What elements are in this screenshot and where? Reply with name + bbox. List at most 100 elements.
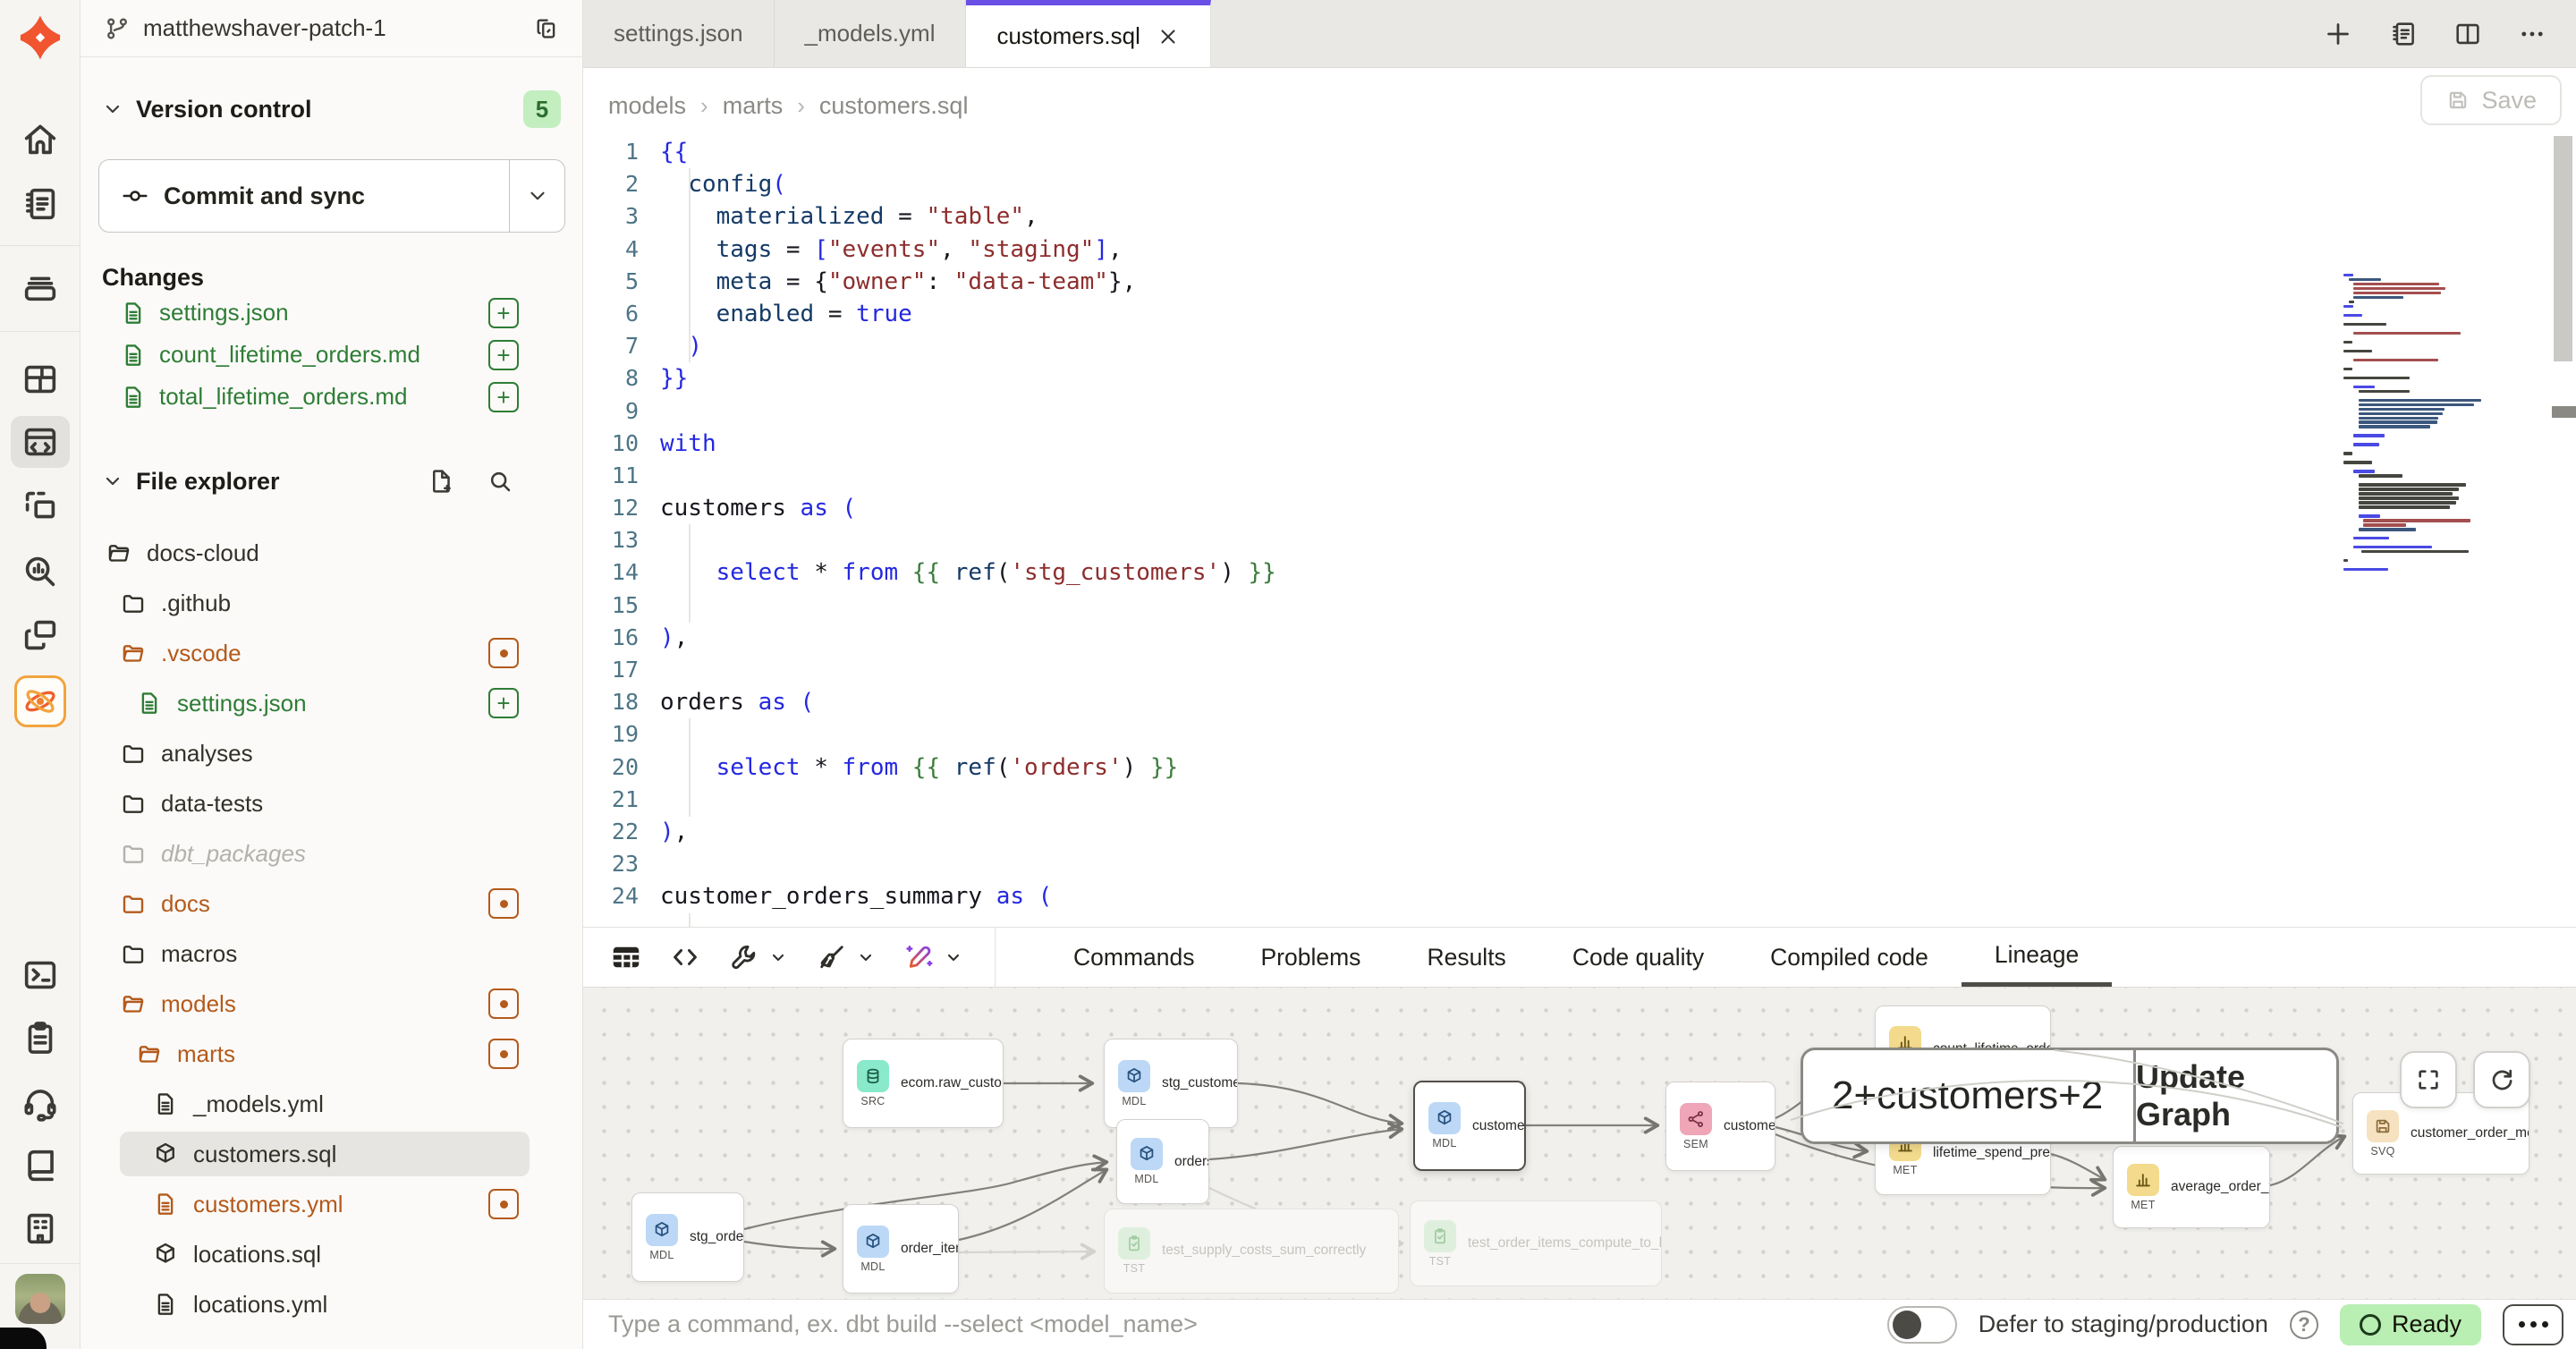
editor-tab-settings-json[interactable]: settings.json [583, 0, 775, 67]
tree-item-docs[interactable]: docs [80, 878, 583, 929]
lineage-node-average-order-value[interactable]: MET average_order_value [2113, 1146, 2270, 1228]
tree-item--vscode[interactable]: .vscode [80, 628, 583, 678]
lineage-node-order-items[interactable]: MDL order_items [843, 1204, 959, 1294]
stage-file-button[interactable]: + [488, 298, 519, 328]
lint-fix-button[interactable] [816, 941, 877, 973]
lineage-node-stg-orders[interactable]: MDL stg_orders [631, 1192, 744, 1282]
preview-table-icon[interactable] [610, 941, 642, 973]
lineage-node-customers-model[interactable]: MDL customers [1413, 1081, 1526, 1171]
tree-item-locations-yml[interactable]: locations.yml [80, 1279, 583, 1329]
code-line[interactable]: 21 [583, 784, 2576, 816]
code-editor[interactable]: 1{{2 config(3 materialized = "table",4 t… [583, 136, 2576, 927]
code-line[interactable]: 5 meta = {"owner": "data-team"}, [583, 266, 2576, 298]
tree-item-marts[interactable]: marts [80, 1029, 583, 1079]
code-line[interactable]: 23 [583, 848, 2576, 880]
code-line[interactable]: 24customer_orders_summary as ( [583, 880, 2576, 912]
lineage-node-orders[interactable]: MDL orders [1116, 1119, 1209, 1204]
lineage-selector-input[interactable] [1803, 1050, 2133, 1141]
home-icon[interactable] [20, 119, 61, 160]
file-explorer-header[interactable]: File explorer [102, 461, 561, 502]
lineage-canvas[interactable]: SRC ecom.raw_customers MDL stg_customers… [583, 988, 2576, 1299]
panel-tab-problems[interactable]: Problems [1228, 928, 1394, 987]
code-line[interactable]: 11 [583, 460, 2576, 492]
clipboard-icon[interactable] [20, 1017, 61, 1058]
code-line[interactable]: 19 [583, 718, 2576, 751]
stage-file-button[interactable]: + [488, 340, 519, 370]
editor-tab-customers-sql[interactable]: customers.sql [966, 0, 1210, 67]
tree-item-locations-sql[interactable]: locations.sql [80, 1229, 583, 1279]
command-input[interactable] [608, 1311, 1887, 1338]
panel-tab-code-quality[interactable]: Code quality [1539, 928, 1737, 987]
code-line[interactable]: 14 select * from {{ ref('stg_customers')… [583, 556, 2576, 589]
tree-item--github[interactable]: .github [80, 578, 583, 628]
code-line[interactable]: 7 ) [583, 330, 2576, 362]
notebook-panel-icon[interactable] [2388, 19, 2419, 49]
split-editor-icon[interactable] [2453, 19, 2483, 49]
docs-book-icon[interactable] [20, 1145, 61, 1186]
lineage-node-customers-semantic[interactable]: SEM customers [1665, 1082, 1775, 1171]
panel-tab-results[interactable]: Results [1394, 928, 1538, 987]
breadcrumb-part[interactable]: models [608, 92, 686, 120]
defer-toggle[interactable] [1887, 1306, 1957, 1344]
panel-tab-commands[interactable]: Commands [1040, 928, 1228, 987]
version-control-header[interactable]: Version control 5 [102, 89, 561, 130]
code-line[interactable]: 18orders as ( [583, 686, 2576, 718]
journal-icon[interactable] [20, 183, 61, 225]
tree-item-customers-yml[interactable]: customers.yml [80, 1179, 583, 1229]
tree-item-settings-json[interactable]: settings.json+ [80, 678, 583, 728]
copy-icon[interactable] [533, 15, 560, 42]
editor-scrollbar[interactable] [2554, 136, 2572, 361]
breadcrumb-part[interactable]: marts [723, 92, 784, 120]
dashboard-icon[interactable] [20, 359, 61, 400]
code-line[interactable]: 4 tags = ["events", "staging"], [583, 233, 2576, 266]
code-line[interactable]: 1{{ [583, 136, 2576, 168]
update-graph-button[interactable]: Update Graph [2133, 1050, 2336, 1141]
dbt-logo-icon[interactable] [17, 14, 64, 61]
changed-file-row[interactable]: count_lifetime_orders.md + [80, 334, 583, 376]
tree-item-models[interactable]: models [80, 979, 583, 1029]
editor-tab--models-yml[interactable]: _models.yml [775, 0, 967, 67]
lineage-node-stg-customers[interactable]: MDL stg_customers [1104, 1039, 1238, 1128]
projects-stack-icon[interactable] [20, 267, 61, 309]
lineage-fullscreen-button[interactable] [2400, 1051, 2457, 1108]
more-options-icon[interactable] [2517, 19, 2547, 49]
user-avatar[interactable] [15, 1274, 65, 1324]
commit-and-sync-button[interactable]: Commit and sync [98, 159, 565, 233]
code-line[interactable]: 12customers as ( [583, 492, 2576, 524]
code-line[interactable]: 22), [583, 816, 2576, 848]
changed-file-row[interactable]: total_lifetime_orders.md + [80, 376, 583, 418]
code-line[interactable]: 15 [583, 590, 2576, 622]
save-button[interactable]: Save [2420, 75, 2562, 125]
windows-icon[interactable] [20, 615, 61, 656]
code-editor-icon[interactable] [11, 416, 70, 468]
help-icon[interactable]: ? [2290, 1311, 2318, 1339]
organization-icon[interactable] [20, 1208, 61, 1249]
search-icon[interactable] [486, 467, 514, 496]
changed-file-row[interactable]: settings.json + [80, 292, 583, 334]
code-line[interactable]: 6 enabled = true [583, 298, 2576, 330]
lineage-node-test-supply-costs[interactable]: TST test_supply_costs_sum_correctly [1104, 1209, 1399, 1294]
query-insights-icon[interactable] [20, 550, 61, 591]
code-line[interactable]: 10with [583, 428, 2576, 460]
new-file-icon[interactable] [427, 467, 455, 496]
close-tab-icon[interactable] [1157, 25, 1180, 48]
tree-item-macros[interactable]: macros [80, 929, 583, 979]
code-line[interactable]: 3 materialized = "table", [583, 200, 2576, 233]
tree-item-customers-sql[interactable]: customers.sql [80, 1129, 583, 1179]
lineage-node-test-order-items[interactable]: TST test_order_items_compute_to_bools_co… [1410, 1201, 1662, 1286]
code-line[interactable]: 13 [583, 524, 2576, 556]
panel-tab-lineage[interactable]: Lineage [1962, 928, 2112, 987]
build-wrench-button[interactable] [728, 941, 789, 973]
stage-file-button[interactable]: + [488, 382, 519, 412]
tree-item-data-tests[interactable]: data-tests [80, 778, 583, 828]
tree-item-docs-cloud[interactable]: docs-cloud [80, 528, 583, 578]
support-headset-icon[interactable] [20, 1082, 61, 1124]
terminal-icon[interactable] [20, 954, 61, 996]
tree-item-dbt-packages[interactable]: dbt_packages [80, 828, 583, 878]
breadcrumb-part[interactable]: customers.sql [819, 92, 969, 120]
minimap[interactable] [2343, 274, 2554, 556]
compile-code-icon[interactable] [669, 941, 701, 973]
code-line[interactable]: 17 [583, 654, 2576, 686]
tree-item-analyses[interactable]: analyses [80, 728, 583, 778]
lineage-node-ecom-raw-customers[interactable]: SRC ecom.raw_customers [843, 1039, 1004, 1128]
